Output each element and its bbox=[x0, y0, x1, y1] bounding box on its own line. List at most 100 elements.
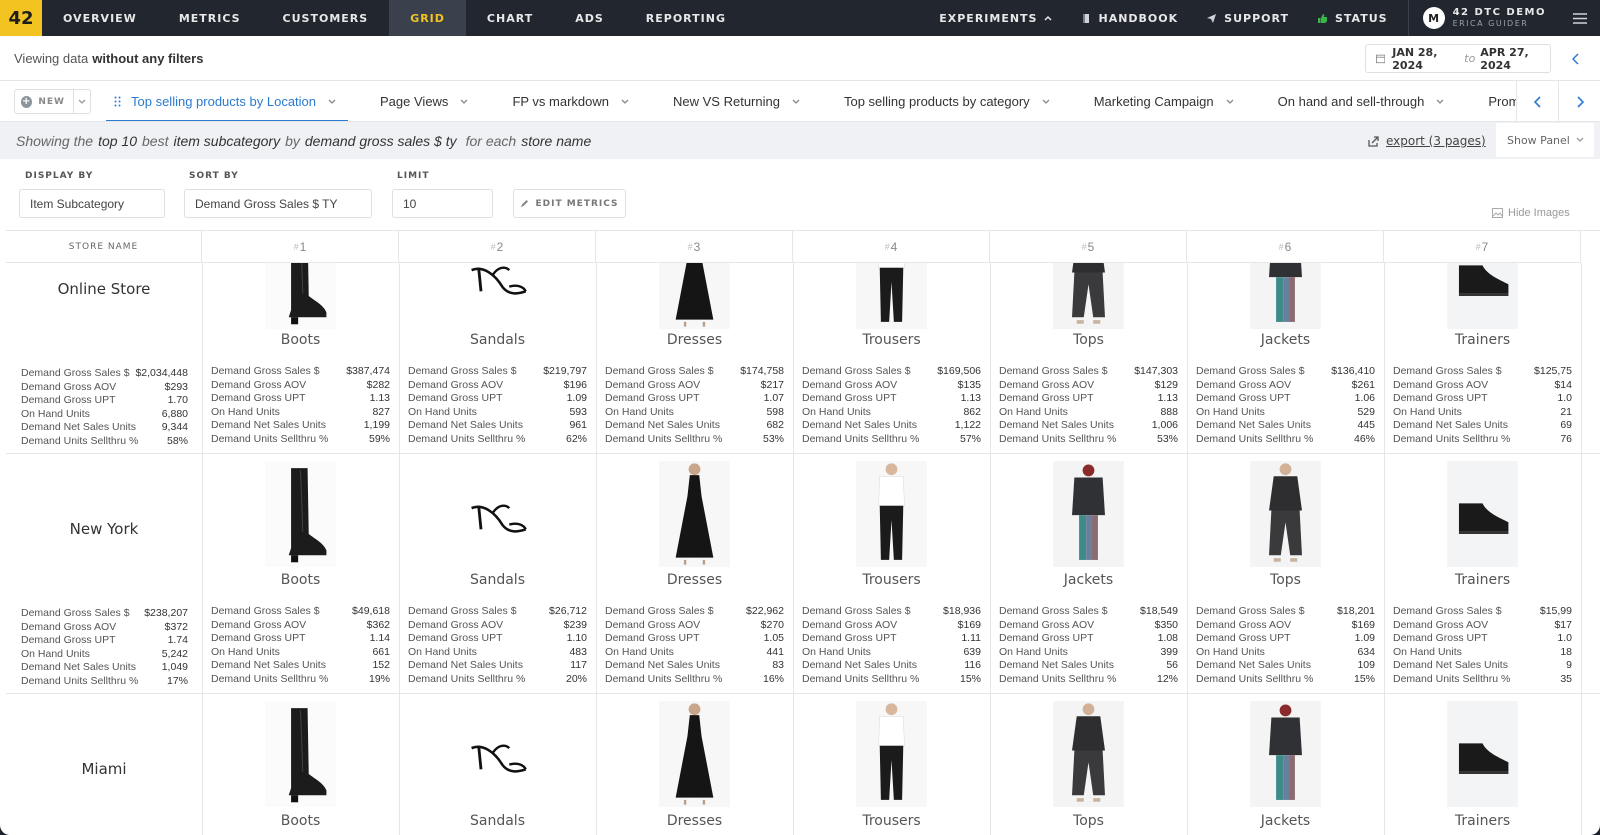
product-image[interactable] bbox=[461, 461, 534, 567]
column-divider bbox=[1187, 263, 1188, 835]
export-link[interactable]: export (3 pages) bbox=[1368, 134, 1486, 148]
metric-value: 827 bbox=[372, 405, 390, 418]
metric-label: Demand Units Sellthru % bbox=[802, 672, 920, 685]
logo[interactable]: 42 bbox=[0, 0, 42, 36]
product-image[interactable] bbox=[855, 701, 928, 807]
product-image[interactable] bbox=[1446, 461, 1519, 567]
metric-label: Demand Units Sellthru % bbox=[1393, 432, 1511, 445]
filter-status[interactable]: Viewing data without any filters bbox=[14, 51, 203, 66]
new-dropdown-toggle[interactable] bbox=[72, 90, 90, 113]
sort-by-select[interactable]: Demand Gross Sales $ TY bbox=[184, 189, 372, 218]
category-name: Trousers bbox=[862, 332, 921, 348]
product-image[interactable] bbox=[1052, 701, 1125, 807]
product-image[interactable] bbox=[461, 263, 534, 329]
product-image[interactable] bbox=[855, 263, 928, 329]
nav-overview[interactable]: OVERVIEW bbox=[42, 0, 158, 36]
rank-header[interactable]: #7 bbox=[1384, 231, 1581, 263]
limit-input[interactable]: 10 bbox=[392, 189, 493, 218]
tab-page-views[interactable]: Page Views bbox=[368, 81, 480, 121]
display-by-select[interactable]: Item Subcategory bbox=[19, 189, 165, 218]
metric-label: Demand Gross UPT bbox=[21, 394, 116, 406]
product-image[interactable] bbox=[658, 701, 731, 807]
tab-scroll-left[interactable] bbox=[1516, 81, 1558, 121]
tab-top-selling-by-location[interactable]: Top selling products by Location bbox=[106, 81, 349, 121]
results-grid: STORE NAME #1 #2 #3 #4 #5 #6 #7 Online Store Dem… bbox=[6, 230, 1600, 835]
metric-label: Demand Units Sellthru % bbox=[1196, 672, 1314, 685]
nav-ads[interactable]: ADS bbox=[554, 0, 625, 36]
product-image[interactable] bbox=[264, 263, 337, 329]
store-name[interactable]: New York bbox=[6, 520, 202, 538]
nav-chart[interactable]: CHART bbox=[466, 0, 554, 36]
metric-label: Demand Gross Sales $ bbox=[999, 605, 1108, 617]
product-image[interactable] bbox=[1052, 461, 1125, 567]
nav-support[interactable]: SUPPORT bbox=[1192, 0, 1303, 36]
rank-header[interactable]: #5 bbox=[990, 231, 1187, 263]
metric-row: Demand Gross Sales $ $125,75 bbox=[1393, 365, 1572, 379]
store-name-header[interactable]: STORE NAME bbox=[6, 231, 202, 263]
metric-label: Demand Units Sellthru % bbox=[605, 672, 723, 685]
collapse-filter-button[interactable] bbox=[1566, 50, 1586, 68]
product-image[interactable] bbox=[1249, 461, 1322, 567]
rank-header[interactable]: #1 bbox=[202, 231, 399, 263]
product-image[interactable] bbox=[855, 461, 928, 567]
rank-header[interactable]: #4 bbox=[793, 231, 990, 263]
metric-label: Demand Gross AOV bbox=[21, 380, 117, 393]
metric-value: 1.74 bbox=[167, 634, 188, 646]
date-range-picker[interactable]: JAN 28, 2024 to APR 27, 2024 bbox=[1365, 44, 1551, 73]
nav-handbook[interactable]: HANDBOOK bbox=[1067, 0, 1192, 36]
metric-value: $15,99 bbox=[1539, 605, 1572, 617]
nav-grid[interactable]: GRID bbox=[389, 0, 466, 36]
product-image[interactable] bbox=[1249, 263, 1322, 329]
metric-value: 598 bbox=[766, 405, 784, 418]
hide-images-toggle[interactable]: Hide Images bbox=[1492, 207, 1570, 219]
drag-handle-icon[interactable] bbox=[114, 96, 121, 107]
metric-label: Demand Gross UPT bbox=[21, 634, 116, 646]
product-image[interactable] bbox=[658, 263, 731, 329]
nav-experiments[interactable]: EXPERIMENTS bbox=[925, 0, 1067, 36]
show-panel-button[interactable]: Show Panel bbox=[1496, 123, 1594, 157]
metric-label: Demand Units Sellthru % bbox=[211, 672, 329, 685]
product-image[interactable] bbox=[1249, 701, 1322, 807]
nav-reporting[interactable]: REPORTING bbox=[625, 0, 747, 36]
nav-metrics[interactable]: METRICS bbox=[158, 0, 262, 36]
rank-header[interactable]: #2 bbox=[399, 231, 596, 263]
product-image[interactable] bbox=[1446, 701, 1519, 807]
rank-header[interactable]: #6 bbox=[1187, 231, 1384, 263]
nav-status[interactable]: STATUS bbox=[1303, 0, 1402, 36]
metric-value: 862 bbox=[963, 405, 981, 418]
metric-value: $147,303 bbox=[1134, 365, 1178, 377]
tab-scroll-right[interactable] bbox=[1558, 81, 1600, 121]
tab-on-hand-sell-through[interactable]: On hand and sell-through bbox=[1266, 81, 1457, 121]
metric-label: Demand Net Sales Units bbox=[605, 659, 720, 671]
account-menu[interactable]: M 42 DTC DEMO ERICA GUIDER bbox=[1407, 0, 1560, 36]
tab-top-selling-by-category[interactable]: Top selling products by category bbox=[832, 81, 1062, 121]
product-image[interactable] bbox=[1446, 263, 1519, 329]
rank-hash: # bbox=[1475, 241, 1481, 252]
new-view-button[interactable]: + NEW bbox=[14, 89, 91, 114]
tab-marketing-campaign[interactable]: Marketing Campaign bbox=[1082, 81, 1246, 121]
edit-metrics-button[interactable]: EDIT METRICS bbox=[513, 189, 626, 218]
tab-fp-vs-markdown[interactable]: FP vs markdown bbox=[500, 81, 641, 121]
store-name[interactable]: Miami bbox=[6, 760, 202, 778]
metric-label: On Hand Units bbox=[1196, 405, 1265, 418]
metric-value: 57% bbox=[959, 432, 981, 445]
nav-customers[interactable]: CUSTOMERS bbox=[262, 0, 390, 36]
metric-label: Demand Gross AOV bbox=[802, 378, 898, 391]
metric-value: 1.0 bbox=[1557, 632, 1572, 644]
product-image[interactable] bbox=[264, 461, 337, 567]
category-name: Trainers bbox=[1454, 332, 1511, 348]
menu-button[interactable] bbox=[1560, 0, 1600, 36]
row-divider bbox=[6, 693, 1600, 694]
rank-header[interactable]: #3 bbox=[596, 231, 793, 263]
metric-row: Demand Net Sales Units 9,344 bbox=[21, 421, 188, 435]
tab-new-vs-returning[interactable]: New VS Returning bbox=[661, 81, 812, 121]
category-name: Trousers bbox=[862, 572, 921, 588]
product-image[interactable] bbox=[658, 461, 731, 567]
metric-label: On Hand Units bbox=[605, 405, 674, 418]
metric-value: $261 bbox=[1351, 378, 1375, 391]
product-image[interactable] bbox=[264, 701, 337, 807]
sandals-icon bbox=[462, 701, 533, 807]
product-image[interactable] bbox=[461, 701, 534, 807]
product-image[interactable] bbox=[1052, 263, 1125, 329]
store-name[interactable]: Online Store bbox=[6, 280, 202, 298]
